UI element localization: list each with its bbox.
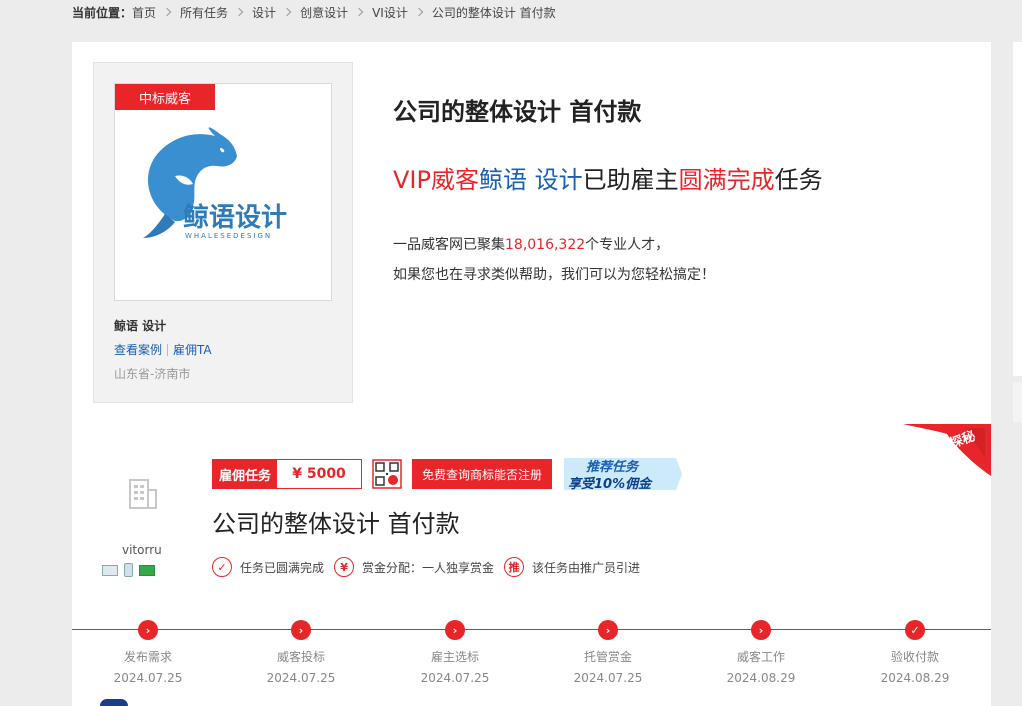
shop-location: 山东省-济南市 bbox=[114, 367, 191, 381]
breadcrumb-design[interactable]: 设计 bbox=[252, 4, 276, 21]
check-icon: ✓ bbox=[905, 620, 925, 640]
completed-label: 圆满完成 bbox=[678, 166, 775, 194]
promo-mid: 已助雇主 bbox=[582, 166, 679, 194]
hire-task-tag: 雇佣任务 ¥ 5000 bbox=[212, 459, 363, 489]
id-card-icon bbox=[102, 564, 118, 576]
chevron-right-icon bbox=[162, 7, 172, 17]
info-reward: ¥ 赏金分配：一人独享赏金 bbox=[334, 557, 494, 577]
step-date: 2024.07.25 bbox=[113, 671, 183, 685]
breadcrumb-home[interactable]: 首页 bbox=[132, 4, 156, 21]
rec-line1: 推荐任务 bbox=[586, 459, 640, 475]
hire-task-label: 雇佣任务 bbox=[213, 460, 278, 488]
divider bbox=[167, 343, 169, 356]
building-icon bbox=[129, 479, 157, 509]
task-card: vitorru 雇佣任务 ¥ 5000 免费查询商标能否注册 推荐任务 享受10… bbox=[72, 424, 991, 706]
promo-text-post: 个专业人才， bbox=[585, 237, 670, 253]
talent-count: 18,016,322 bbox=[505, 237, 586, 253]
employer-name[interactable]: vitorru bbox=[122, 543, 162, 557]
phone-icon bbox=[124, 563, 133, 577]
breadcrumb: 当前位置： 首页 所有任务 设计 创意设计 VI设计 公司的整体设计 首付款 bbox=[72, 3, 556, 21]
breadcrumb-creative-design[interactable]: 创意设计 bbox=[300, 4, 348, 21]
breadcrumb-label: 当前位置： bbox=[72, 5, 133, 20]
chevron-right-icon bbox=[354, 7, 364, 17]
progress-timeline bbox=[72, 629, 991, 630]
winner-card: 中标威客 鲸语设计 WHALESEDESIGN 鲸语 设计 查看案例 雇佣TA … bbox=[72, 42, 991, 424]
yuan-circle-icon: ¥ bbox=[334, 557, 355, 577]
step-bid: › 威客投标 2024.07.25 bbox=[246, 620, 356, 685]
avatar-partial bbox=[100, 699, 128, 706]
step-select: › 雇主选标 2024.07.25 bbox=[400, 620, 510, 685]
step-name: 威客投标 bbox=[276, 650, 325, 664]
shop-box: 中标威客 鲸语设计 WHALESEDESIGN 鲸语 设计 查看案例 雇佣TA … bbox=[93, 62, 353, 403]
task-info-row: ✓ 任务已圆满完成 ¥ 赏金分配：一人独享赏金 推 该任务由推广员引进 bbox=[212, 557, 650, 577]
step-work: › 威客工作 2024.08.29 bbox=[706, 620, 816, 685]
promo-title: 公司的整体设计 首付款 bbox=[393, 98, 642, 126]
right-edge-panel bbox=[1013, 42, 1022, 376]
chevron-right-icon: › bbox=[751, 620, 771, 640]
breadcrumb-all-tasks[interactable]: 所有任务 bbox=[180, 4, 228, 21]
winner-name[interactable]: 鲸语 设计 bbox=[479, 166, 583, 194]
right-edge-panel-lower bbox=[1013, 382, 1022, 422]
breadcrumb-current: 公司的整体设计 首付款 bbox=[431, 5, 556, 20]
step-name: 雇主选标 bbox=[430, 650, 479, 664]
chevron-right-icon: › bbox=[138, 620, 158, 640]
step-name: 验收付款 bbox=[890, 650, 939, 664]
shop-links: 查看案例 雇佣TA bbox=[114, 341, 212, 358]
logo-text: 鲸语设计 bbox=[183, 202, 287, 233]
step-date: 2024.08.29 bbox=[880, 671, 950, 685]
employer-badges bbox=[102, 563, 155, 577]
promote-circle-icon: 推 bbox=[504, 557, 525, 577]
shop-logo[interactable]: 中标威客 鲸语设计 WHALESEDESIGN bbox=[114, 83, 332, 301]
trademark-query-button[interactable]: 免费查询商标能否注册 bbox=[412, 459, 553, 489]
chevron-right-icon bbox=[234, 7, 244, 17]
hire-link[interactable]: 雇佣TA bbox=[173, 341, 212, 358]
rec-line2: 享受10%佣金 bbox=[568, 476, 653, 492]
chevron-right-icon bbox=[414, 7, 424, 17]
promo-text-line2: 如果您也在寻求类似帮助，我们可以为您轻松搞定！ bbox=[393, 267, 715, 283]
step-accept: ✓ 验收付款 2024.08.29 bbox=[860, 620, 970, 685]
info-reward-text: 赏金分配：一人独享赏金 bbox=[362, 560, 495, 575]
info-promoter-text: 该任务由推广员引进 bbox=[532, 560, 641, 575]
info-promoter: 推 该任务由推广员引进 bbox=[504, 557, 640, 577]
view-cases-link[interactable]: 查看案例 bbox=[114, 341, 162, 358]
logo-subtext: WHALESEDESIGN bbox=[185, 232, 272, 240]
qr-code-icon[interactable] bbox=[372, 459, 402, 489]
step-date: 2024.07.25 bbox=[573, 671, 643, 685]
promo-end: 任务 bbox=[774, 166, 823, 194]
whale-logo-icon: 鲸语设计 WHALESEDESIGN bbox=[143, 127, 287, 240]
step-date: 2024.07.25 bbox=[266, 671, 336, 685]
step-name: 托管赏金 bbox=[583, 650, 632, 664]
check-circle-icon: ✓ bbox=[212, 557, 232, 577]
info-completed-text: 任务已圆满完成 bbox=[240, 560, 325, 575]
step-date: 2024.07.25 bbox=[420, 671, 490, 685]
winner-badge: 中标威客 bbox=[115, 84, 215, 110]
bank-card-icon bbox=[139, 564, 155, 576]
step-name: 威客工作 bbox=[736, 650, 785, 664]
step-name: 发布需求 bbox=[123, 650, 172, 664]
task-title: 公司的整体设计 首付款 bbox=[212, 510, 460, 538]
info-completed: ✓ 任务已圆满完成 bbox=[212, 557, 324, 577]
chevron-right-icon: › bbox=[445, 620, 465, 640]
promo-description: 一品威客网已聚集18,016,322个专业人才， 如果您也在寻求类似帮助，我们可… bbox=[393, 230, 715, 290]
vip-label: VIP威客 bbox=[393, 166, 479, 194]
shop-name[interactable]: 鲸语 设计 bbox=[114, 317, 166, 334]
recommend-task-banner[interactable]: 推荐任务 享受10%佣金 bbox=[564, 454, 683, 494]
promo-text-pre: 一品威客网已聚集 bbox=[393, 237, 505, 253]
step-date: 2024.08.29 bbox=[726, 671, 796, 685]
step-escrow: › 托管赏金 2024.07.25 bbox=[553, 620, 663, 685]
task-amount: ¥ 5000 bbox=[292, 466, 346, 482]
chevron-right-icon: › bbox=[291, 620, 311, 640]
step-publish: › 发布需求 2024.07.25 bbox=[93, 620, 203, 685]
task-tags: 雇佣任务 ¥ 5000 免费查询商标能否注册 推荐任务 享受10%佣金 bbox=[212, 454, 683, 494]
explore-ribbon[interactable]: 探秘 bbox=[903, 424, 991, 476]
promo-headline: VIP威客鲸语 设计已助雇主圆满完成任务 bbox=[393, 160, 823, 195]
chevron-right-icon: › bbox=[598, 620, 618, 640]
chevron-right-icon bbox=[282, 7, 292, 17]
breadcrumb-vi-design[interactable]: VI设计 bbox=[372, 4, 408, 21]
